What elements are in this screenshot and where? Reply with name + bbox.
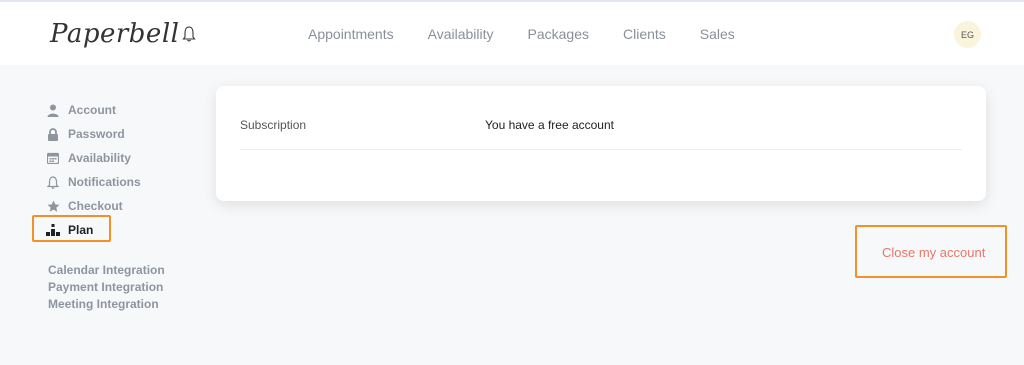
sidebar-item-label: Availability — [68, 151, 131, 165]
subscription-value: You have a free account — [485, 118, 614, 132]
sidebar-item-availability[interactable]: Availability — [46, 146, 206, 170]
sidebar-item-label: Checkout — [68, 199, 123, 213]
user-avatar[interactable]: EG — [954, 21, 981, 48]
sidebar-item-account[interactable]: Account — [46, 98, 206, 122]
sidebar-item-password[interactable]: Password — [46, 122, 206, 146]
nav-sales[interactable]: Sales — [700, 26, 735, 42]
calendar-icon — [46, 151, 60, 165]
card-divider — [240, 149, 962, 150]
bell-logo-icon — [182, 26, 197, 42]
subscription-label: Subscription — [240, 118, 307, 132]
top-header: Paperbell Appointments Availability Pack… — [0, 2, 1024, 65]
bell-icon — [46, 175, 60, 189]
user-icon — [46, 103, 60, 117]
nav-availability[interactable]: Availability — [428, 26, 494, 42]
nav-appointments[interactable]: Appointments — [308, 26, 394, 42]
lock-icon — [46, 127, 60, 141]
paperbell-logo[interactable]: Paperbell — [50, 12, 197, 56]
sidebar-item-label: Account — [68, 103, 116, 117]
sidebar-item-calendar-integration[interactable]: Calendar Integration — [48, 262, 165, 279]
nav-clients[interactable]: Clients — [623, 26, 666, 42]
nav-packages[interactable]: Packages — [528, 26, 589, 42]
sidebar-item-notifications[interactable]: Notifications — [46, 170, 206, 194]
close-account-link[interactable]: Close my account — [882, 245, 985, 260]
sidebar-item-meeting-integration[interactable]: Meeting Integration — [48, 296, 165, 313]
sidebar-item-payment-integration[interactable]: Payment Integration — [48, 279, 165, 296]
logo-text: Paperbell — [50, 19, 180, 49]
main-nav: Appointments Availability Packages Clien… — [300, 2, 769, 65]
integrations-list: Calendar Integration Payment Integration… — [48, 262, 165, 313]
subscription-card: Subscription You have a free account — [216, 86, 986, 201]
star-icon — [46, 199, 60, 213]
plan-highlight-box — [32, 215, 111, 242]
sidebar-item-label: Notifications — [68, 175, 141, 189]
sidebar-item-label: Password — [68, 127, 125, 141]
